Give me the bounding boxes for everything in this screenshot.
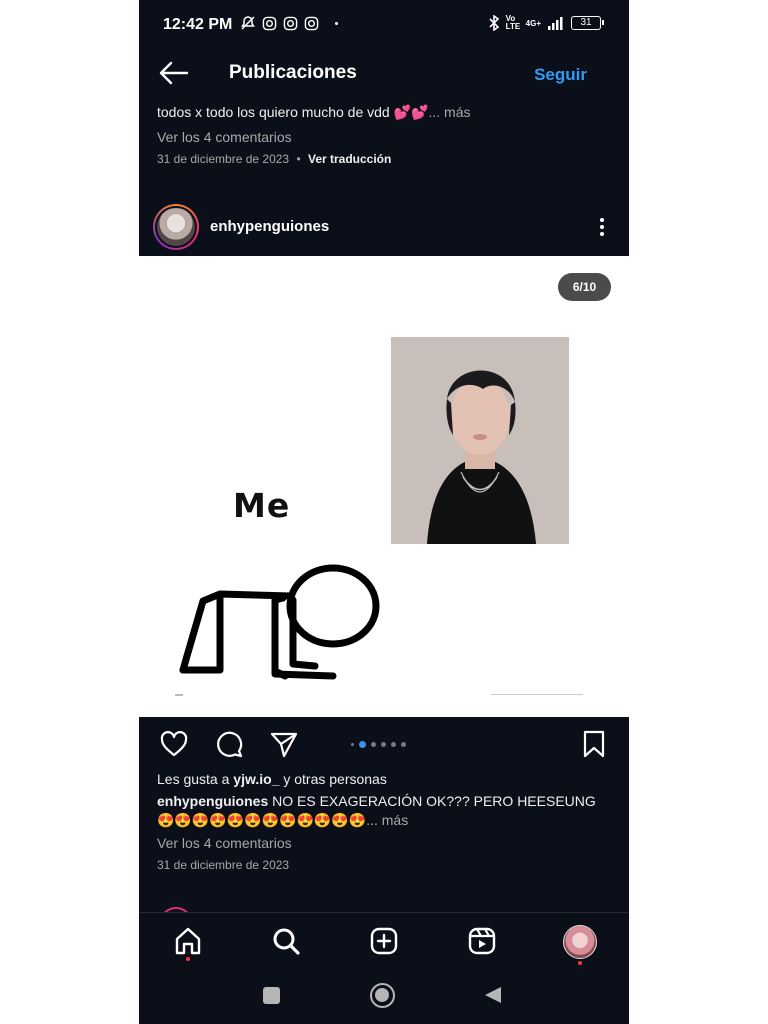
mute-icon xyxy=(241,16,255,30)
system-navigation-bar xyxy=(139,970,629,1024)
caption-username[interactable]: enhypenguiones xyxy=(157,793,268,809)
previous-view-comments-link[interactable]: Ver los 4 comentarios xyxy=(157,129,292,145)
instagram-icon xyxy=(304,16,319,30)
profile-avatar[interactable] xyxy=(563,925,597,959)
create-post-icon[interactable] xyxy=(368,925,400,957)
back-arrow-icon[interactable] xyxy=(157,58,191,88)
previous-post-caption: todos x todo los quiero mucho de vdd 💕💕.… xyxy=(157,104,470,121)
view-comments-link[interactable]: Ver los 4 comentarios xyxy=(157,835,292,851)
comment-icon[interactable] xyxy=(214,729,244,759)
back-button[interactable] xyxy=(483,985,503,1005)
previous-more-link[interactable]: ... más xyxy=(428,104,470,120)
status-notification-icons xyxy=(240,15,338,31)
meme-photo xyxy=(391,337,569,544)
more-notifications-dot xyxy=(335,21,338,25)
post-author-username[interactable]: enhypenguiones xyxy=(210,218,329,235)
post-image[interactable]: 6/10 Me xyxy=(139,256,629,717)
carousel-dot xyxy=(391,742,396,747)
instagram-icon xyxy=(283,16,298,30)
bottom-navigation xyxy=(139,912,629,970)
more-options-icon[interactable] xyxy=(595,216,609,238)
network-label: 4G+ xyxy=(525,18,541,28)
likes-summary[interactable]: Les gusta a yjw.io_ y otras personas xyxy=(157,771,387,787)
previous-caption-text: todos x todo los quiero mucho de vdd 💕💕 xyxy=(157,104,429,120)
stick-figure-drawing xyxy=(175,564,380,696)
share-send-icon[interactable] xyxy=(269,729,299,759)
post-author-avatar[interactable] xyxy=(153,204,199,250)
signal-icon xyxy=(548,17,563,30)
carousel-dots xyxy=(351,741,406,748)
post-header: enhypenguiones xyxy=(139,200,629,250)
like-heart-icon[interactable] xyxy=(159,729,189,759)
bookmark-icon[interactable] xyxy=(579,729,609,759)
carousel-dot xyxy=(351,743,354,746)
home-icon[interactable] xyxy=(172,925,204,957)
post-action-bar xyxy=(139,725,629,763)
search-icon[interactable] xyxy=(270,925,302,957)
reels-icon[interactable] xyxy=(466,925,498,957)
status-time: 12:42 PM xyxy=(163,16,233,33)
carousel-dot xyxy=(381,742,386,747)
home-notification-dot xyxy=(186,957,190,961)
post-caption: enhypenguiones NO ES EXAGERACIÓN OK??? P… xyxy=(157,792,617,830)
follow-button[interactable]: Seguir xyxy=(534,65,587,85)
phone-screen: 12:42 PM Vo LTE 4G+ 31 Publicaciones Seg… xyxy=(139,0,629,1024)
status-system-icons: Vo LTE 4G+ 31 xyxy=(488,14,604,31)
post-date: 31 de diciembre de 2023 xyxy=(157,858,290,872)
instagram-icon xyxy=(262,16,277,30)
meme-caption-text: Me xyxy=(233,486,291,525)
status-bar: 12:42 PM Vo LTE 4G+ 31 xyxy=(139,0,629,50)
image-bottom-line xyxy=(491,694,583,695)
person-photo-illustration xyxy=(391,337,569,544)
carousel-dot xyxy=(401,742,406,747)
battery-indicator: 31 xyxy=(571,16,604,30)
carousel-dot xyxy=(371,742,376,747)
see-translation-link[interactable]: Ver traducción xyxy=(308,152,391,166)
recents-button[interactable] xyxy=(263,987,280,1004)
date-separator: • xyxy=(296,152,301,166)
profile-notification-dot xyxy=(578,961,582,965)
caption-more-link[interactable]: ... más xyxy=(366,812,408,828)
previous-post-date: 31 de diciembre de 2023 xyxy=(157,152,290,166)
carousel-dot-active xyxy=(359,741,366,748)
bluetooth-icon xyxy=(489,15,499,31)
top-header: Publicaciones Seguir xyxy=(139,52,629,96)
carousel-counter: 6/10 xyxy=(558,273,611,301)
likes-user[interactable]: yjw.io_ xyxy=(233,771,279,787)
page-title: Publicaciones xyxy=(229,62,357,83)
home-button[interactable] xyxy=(370,983,395,1008)
likes-suffix: y otras personas xyxy=(279,771,387,787)
volte-label: Vo LTE xyxy=(505,14,521,31)
likes-prefix: Les gusta a xyxy=(157,771,234,787)
previous-post-date-line: 31 de diciembre de 2023 • Ver traducción xyxy=(157,152,391,166)
